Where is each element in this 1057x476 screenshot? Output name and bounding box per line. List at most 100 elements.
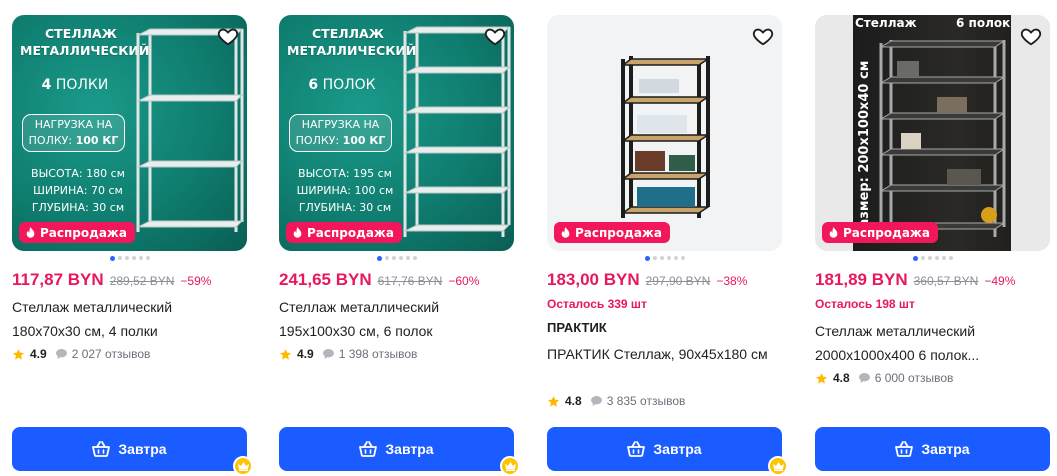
- pager-dot[interactable]: [384, 256, 389, 260]
- basket-icon: [627, 441, 646, 457]
- reviews-count[interactable]: 3 835 отзывов: [607, 394, 686, 408]
- button-label: Завтра: [118, 441, 167, 457]
- current-price: 183,00 BYN: [547, 270, 640, 289]
- rating-row: 4.8 3 835 отзывов: [547, 394, 685, 408]
- pager-dot[interactable]: [948, 256, 953, 260]
- pager-dot[interactable]: [145, 256, 150, 260]
- product-card[interactable]: СТЕЛЛАЖ МЕТАЛЛИЧЕСКИЙ 4 ПОЛКИ НАГРУЗКА Н…: [12, 15, 253, 476]
- pager-dot[interactable]: [666, 256, 671, 260]
- rating-score: 4.9: [30, 347, 47, 361]
- basket-icon: [92, 441, 111, 457]
- product-image[interactable]: СТЕЛЛАЖ МЕТАЛЛИЧЕСКИЙ 4 ПОЛКИ НАГРУЗКА Н…: [12, 15, 247, 251]
- pager-dot[interactable]: [659, 256, 664, 260]
- review-bubble-icon: [858, 373, 870, 383]
- product-image[interactable]: Стеллаж 6 полок Размер: 200x100x40 см Ра…: [815, 15, 1050, 251]
- pager-dot[interactable]: [124, 256, 129, 260]
- shelf-illustration: [879, 40, 1006, 237]
- rating-score: 4.8: [565, 394, 582, 408]
- review-bubble-icon: [322, 349, 334, 359]
- reviews-count[interactable]: 6 000 отзывов: [875, 371, 954, 385]
- basket-icon: [895, 441, 914, 457]
- heart-icon[interactable]: [217, 25, 239, 47]
- product-title[interactable]: Стеллаж металлический 195x100x30 см, 6 п…: [279, 295, 505, 343]
- pager-dot[interactable]: [920, 256, 925, 260]
- product-image[interactable]: СТЕЛЛАЖ МЕТАЛЛИЧЕСКИЙ 6 ПОЛОК НАГРУЗКА Н…: [279, 15, 514, 251]
- pager-dot[interactable]: [652, 256, 657, 260]
- image-pager-dots[interactable]: [279, 255, 514, 261]
- old-price: 289,52 BYN: [109, 274, 175, 288]
- image-overlay-load: НАГРУЗКА НА ПОЛКУ: 100 КГ: [289, 114, 392, 152]
- delivery-button[interactable]: Завтра: [279, 427, 514, 471]
- basket-icon: [359, 441, 378, 457]
- discount: −59%: [180, 274, 212, 288]
- shelf-illustration: [136, 28, 244, 232]
- stock-left: Осталось 198 шт: [815, 297, 915, 311]
- price-row: 183,00 BYN 297,90 BYN −38%: [547, 270, 747, 290]
- pager-dot[interactable]: [412, 256, 417, 260]
- pager-dot[interactable]: [117, 256, 122, 260]
- delivery-button[interactable]: Завтра: [815, 427, 1050, 471]
- product-card[interactable]: Стеллаж 6 полок Размер: 200x100x40 см Ра…: [815, 15, 1050, 475]
- pager-dot[interactable]: [109, 255, 115, 261]
- pager-dot[interactable]: [927, 256, 932, 260]
- product-card[interactable]: Распродажа 183,00 BYN 297,90 BYN −38% Ос…: [547, 15, 788, 476]
- product-title[interactable]: ПРАКТИК Стеллаж, 90x45x180 см: [547, 342, 773, 366]
- shelf-illustration: [403, 26, 511, 237]
- shelf-illustration: [620, 56, 711, 218]
- star-icon: [12, 348, 25, 360]
- image-pager-dots[interactable]: [12, 255, 247, 261]
- pager-dot[interactable]: [941, 256, 946, 260]
- product-image[interactable]: Распродажа: [547, 15, 782, 251]
- pager-dot[interactable]: [912, 255, 918, 261]
- rating-row: 4.9 2 027 отзывов: [12, 347, 150, 361]
- image-overlay-title: СТЕЛЛАЖ МЕТАЛЛИЧЕСКИЙ: [287, 26, 417, 58]
- reviews-count[interactable]: 2 027 отзывов: [72, 347, 151, 361]
- sale-badge: Распродажа: [554, 222, 670, 243]
- discount: −49%: [984, 274, 1016, 288]
- product-title[interactable]: Стеллаж металлический 2000x1000x400 6 по…: [815, 319, 1041, 367]
- product-card[interactable]: СТЕЛЛАЖ МЕТАЛЛИЧЕСКИЙ 6 ПОЛОК НАГРУЗКА Н…: [279, 15, 520, 476]
- heart-icon[interactable]: [1020, 25, 1042, 47]
- current-price: 181,89 BYN: [815, 270, 908, 289]
- crown-icon: [772, 461, 784, 471]
- pager-dot[interactable]: [398, 256, 403, 260]
- delivery-button[interactable]: Завтра: [547, 427, 782, 471]
- image-overlay-dimensions: ВЫСОТА: 195 см ШИРИНА: 100 см ГЛУБИНА: 3…: [296, 167, 394, 214]
- product-title[interactable]: Стеллаж металлический 180x70x30 см, 4 по…: [12, 295, 238, 343]
- pager-dot[interactable]: [376, 255, 382, 261]
- star-icon: [815, 372, 828, 384]
- pager-dot[interactable]: [680, 256, 685, 260]
- current-price: 241,65 BYN: [279, 270, 372, 289]
- pager-dot[interactable]: [934, 256, 939, 260]
- button-label: Завтра: [921, 441, 970, 457]
- pager-dot[interactable]: [391, 256, 396, 260]
- sale-label: Распродажа: [40, 225, 127, 240]
- pager-dot[interactable]: [673, 256, 678, 260]
- sale-badge: Распродажа: [286, 222, 402, 243]
- stock-left: Осталось 339 шт: [547, 297, 647, 311]
- image-overlay-title: СТЕЛЛАЖ МЕТАЛЛИЧЕСКИЙ: [20, 26, 150, 58]
- heart-icon[interactable]: [752, 25, 774, 47]
- discount: −60%: [448, 274, 480, 288]
- pager-dot[interactable]: [138, 256, 143, 260]
- sale-label: Распродажа: [843, 225, 930, 240]
- rating-row: 4.8 6 000 отзывов: [815, 371, 953, 385]
- brand-name[interactable]: ПРАКТИК: [547, 320, 607, 335]
- rating-row: 4.9 1 398 отзывов: [279, 347, 417, 361]
- review-bubble-icon: [590, 396, 602, 406]
- image-overlay-dimensions: ВЫСОТА: 180 см ШИРИНА: 70 см ГЛУБИНА: 30…: [31, 167, 125, 214]
- pager-dot[interactable]: [131, 256, 136, 260]
- sale-label: Распродажа: [307, 225, 394, 240]
- pager-dot[interactable]: [405, 256, 410, 260]
- reviews-count[interactable]: 1 398 отзывов: [339, 347, 418, 361]
- star-icon: [279, 348, 292, 360]
- image-overlay-shelf-count: 4 ПОЛКИ: [41, 77, 109, 93]
- image-pager-dots[interactable]: [815, 255, 1050, 261]
- heart-icon[interactable]: [484, 25, 506, 47]
- crown-icon: [504, 461, 516, 471]
- old-price: 617,76 BYN: [377, 274, 443, 288]
- pager-dot[interactable]: [644, 255, 650, 261]
- image-pager-dots[interactable]: [547, 255, 782, 261]
- delivery-button[interactable]: Завтра: [12, 427, 247, 471]
- fire-icon: [561, 226, 570, 238]
